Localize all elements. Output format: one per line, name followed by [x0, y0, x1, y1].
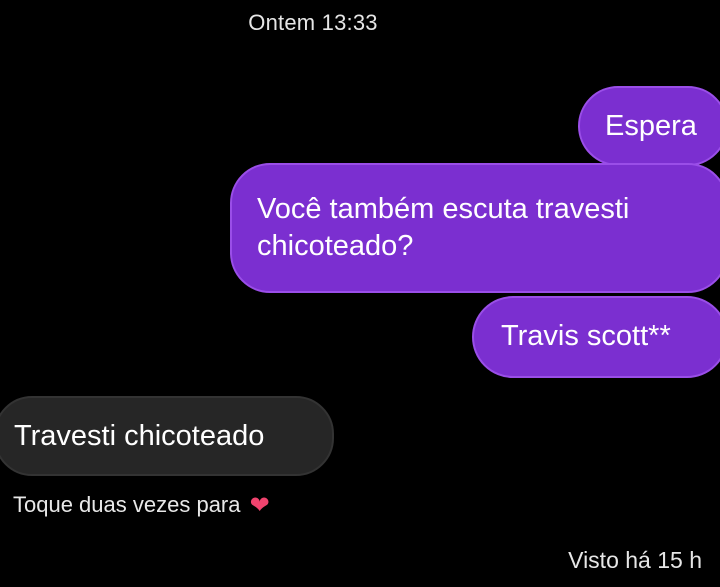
message-text: Espera [605, 110, 697, 142]
seen-status: Visto há 15 h [568, 547, 702, 573]
message-timestamp: Ontem 13:33 [248, 10, 378, 35]
outgoing-message-bubble[interactable]: Travis scott** [472, 296, 720, 378]
double-tap-hint-text: Toque duas vezes para [13, 492, 241, 517]
message-text: Travis scott** [501, 320, 671, 352]
outgoing-message-bubble[interactable]: Espera [578, 86, 720, 166]
incoming-message-bubble[interactable]: Travesti chicoteado [0, 396, 334, 476]
heart-icon[interactable]: ❤ [250, 491, 270, 520]
message-text-line: Você também escuta travesti [257, 193, 630, 225]
message-text: Travesti chicoteado [14, 420, 265, 452]
double-tap-hint: Toque duas vezes para ❤ [13, 491, 270, 520]
message-text-line: chicoteado? [257, 230, 414, 262]
outgoing-message-bubble[interactable]: Você também escuta travesti chicoteado? [230, 163, 720, 293]
